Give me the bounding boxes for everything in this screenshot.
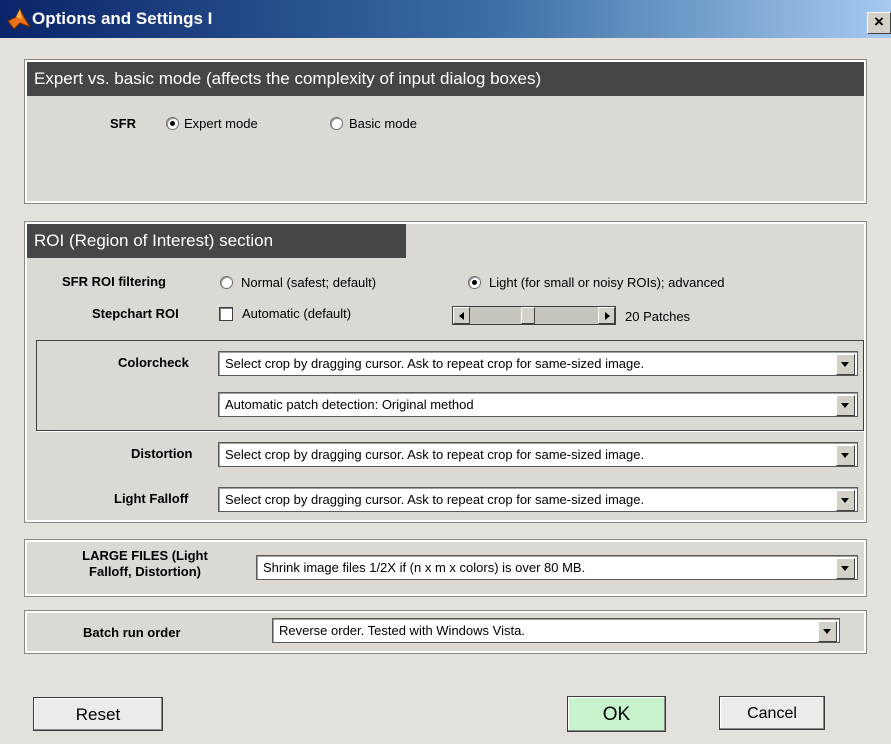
distortion-dropdown[interactable]: Select crop by dragging cursor. Ask to r… [218, 442, 858, 467]
sfr-filter-light-label[interactable]: Light (for small or noisy ROIs); advance… [489, 275, 725, 290]
stepchart-auto-checkbox[interactable] [219, 307, 233, 321]
slider-thumb[interactable] [521, 307, 535, 324]
patches-label: 20 Patches [625, 309, 691, 324]
chevron-down-icon[interactable] [818, 621, 837, 642]
slider-right-arrow[interactable] [598, 307, 615, 324]
colorcheck-detection-value: Automatic patch detection: Original meth… [225, 397, 474, 412]
chevron-down-icon[interactable] [836, 395, 855, 416]
large-files-label-line1: LARGE FILES (Light [82, 548, 208, 563]
matlab-icon [7, 7, 32, 30]
chevron-down-icon[interactable] [836, 558, 855, 579]
large-files-dropdown[interactable]: Shrink image files 1/2X if (n x m x colo… [256, 555, 858, 580]
expert-mode-radio[interactable] [166, 117, 179, 130]
slider-left-arrow[interactable] [453, 307, 470, 324]
colorcheck-label: Colorcheck [118, 355, 189, 370]
reset-button[interactable]: Reset [33, 697, 163, 731]
basic-mode-radio[interactable] [330, 117, 343, 130]
sfr-label: SFR [110, 116, 136, 131]
large-files-label: LARGE FILES (Light Falloff, Distortion) [40, 548, 250, 580]
chevron-down-icon[interactable] [836, 490, 855, 511]
patches-slider[interactable] [452, 306, 616, 325]
chevron-down-icon[interactable] [836, 445, 855, 466]
chevron-down-icon[interactable] [836, 354, 855, 375]
distortion-value: Select crop by dragging cursor. Ask to r… [225, 447, 645, 462]
sfr-filter-normal-radio[interactable] [220, 276, 233, 289]
stepchart-roi-label: Stepchart ROI [92, 306, 179, 321]
window-title: Options and Settings I [32, 9, 213, 28]
batch-run-order-dropdown[interactable]: Reverse order. Tested with Windows Vista… [272, 618, 840, 643]
ok-button[interactable]: OK [567, 696, 666, 732]
expert-mode-label[interactable]: Expert mode [184, 116, 258, 131]
light-falloff-label: Light Falloff [114, 491, 189, 506]
large-files-label-line2: Falloff, Distortion) [89, 564, 201, 579]
colorcheck-crop-value: Select crop by dragging cursor. Ask to r… [225, 356, 645, 371]
roi-header: ROI (Region of Interest) section [27, 224, 406, 258]
cancel-button[interactable]: Cancel [719, 696, 825, 730]
sfr-filter-normal-label[interactable]: Normal (safest; default) [241, 275, 376, 290]
close-icon: × [874, 12, 884, 31]
colorcheck-crop-dropdown[interactable]: Select crop by dragging cursor. Ask to r… [218, 351, 858, 376]
light-falloff-value: Select crop by dragging cursor. Ask to r… [225, 492, 645, 507]
light-falloff-dropdown[interactable]: Select crop by dragging cursor. Ask to r… [218, 487, 858, 512]
colorcheck-detection-dropdown[interactable]: Automatic patch detection: Original meth… [218, 392, 858, 417]
batch-run-order-label: Batch run order [83, 625, 181, 640]
large-files-value: Shrink image files 1/2X if (n x m x colo… [263, 560, 586, 575]
sfr-filter-light-radio[interactable] [468, 276, 481, 289]
stepchart-auto-label[interactable]: Automatic (default) [242, 306, 351, 321]
close-button[interactable]: × [867, 12, 891, 34]
sfr-roi-filtering-label: SFR ROI filtering [62, 274, 166, 289]
expert-mode-header: Expert vs. basic mode (affects the compl… [27, 62, 864, 96]
basic-mode-label[interactable]: Basic mode [349, 116, 417, 131]
distortion-label: Distortion [131, 446, 193, 461]
expert-mode-panel: Expert vs. basic mode (affects the compl… [24, 59, 867, 204]
batch-run-order-value: Reverse order. Tested with Windows Vista… [279, 623, 525, 638]
